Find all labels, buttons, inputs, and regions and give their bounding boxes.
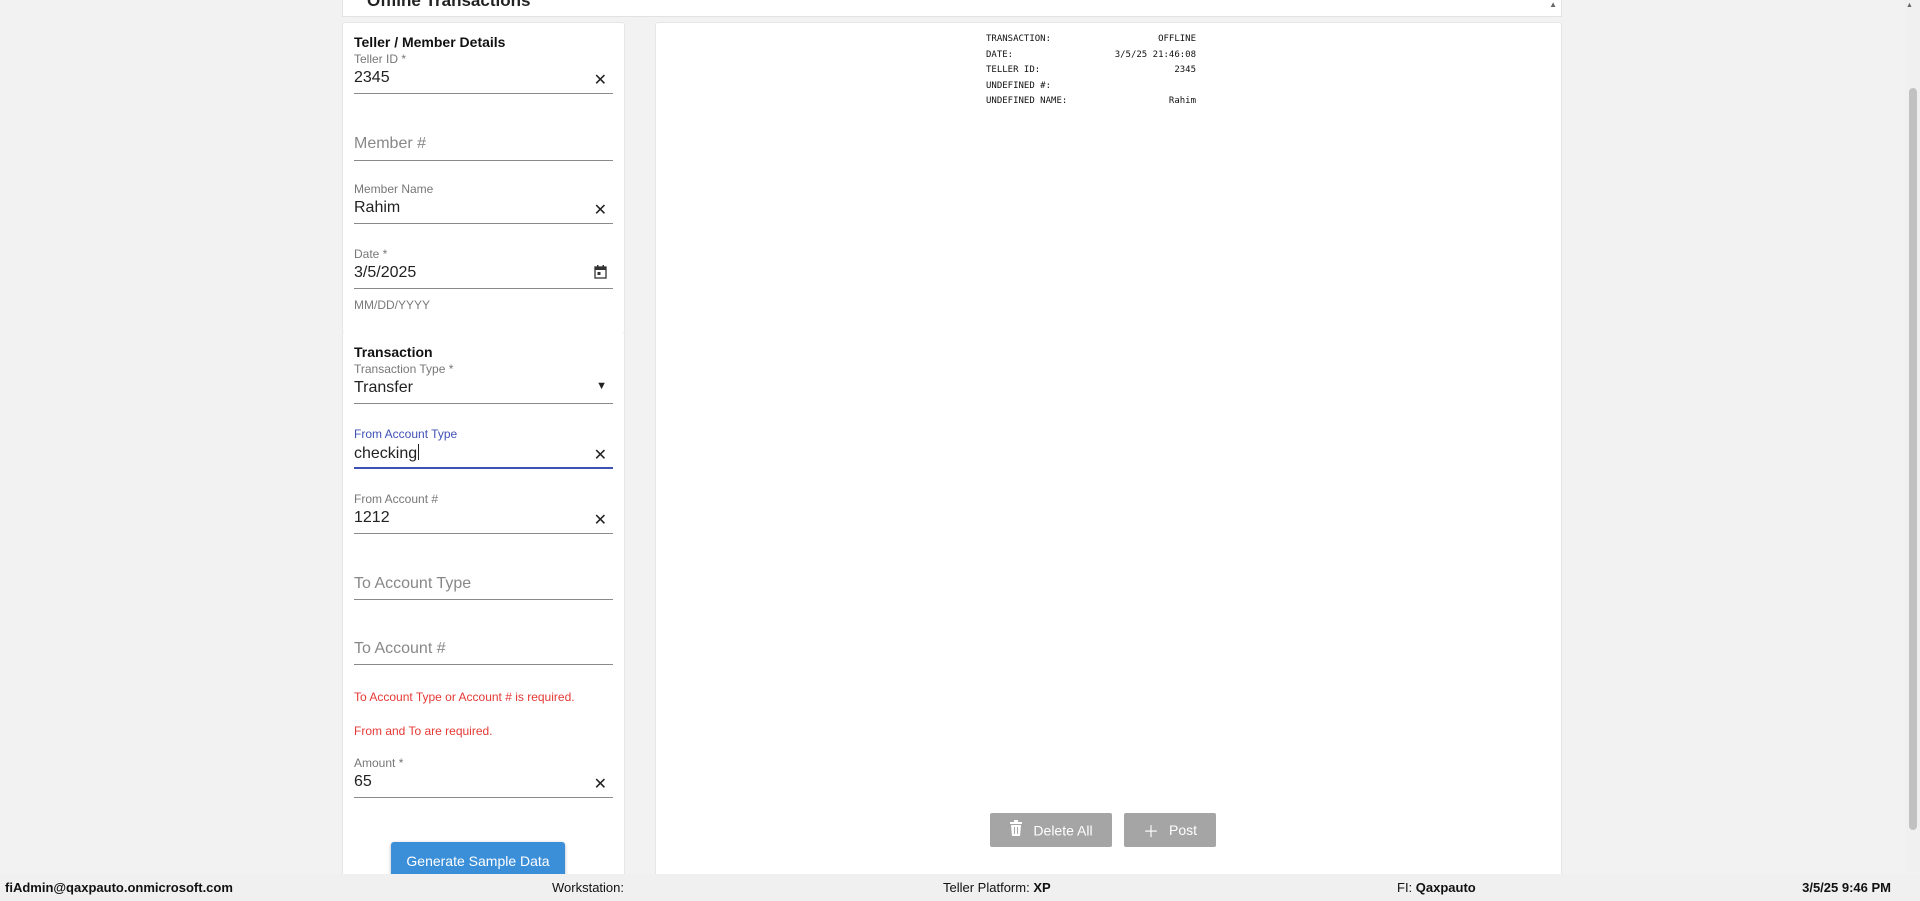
receipt-value: 3/5/25 21:46:08 [1114,49,1196,60]
transaction-type-field[interactable]: Transaction Type * Transfer ▼ [354,362,613,412]
close-icon[interactable]: ✕ [594,445,607,465]
post-label: Post [1169,822,1198,838]
amount-input[interactable]: 65 [354,773,372,791]
page-header: Offline Transactions ▲ [342,0,1562,17]
transaction-card: Transaction Transaction Type * Transfer … [342,332,625,883]
receipt: TRANSACTION: OFFLINE DATE: 3/5/25 21:46:08… [986,34,1196,112]
page-title: Offline Transactions [367,0,531,10]
receipt-label: DATE: [986,49,1014,60]
teller-id-field[interactable]: Teller ID * 2345 ✕ [354,52,613,102]
from-account-type-input[interactable]: checking [354,444,420,463]
delete-all-label: Delete All [1033,822,1093,838]
fi-label: FI: [1397,880,1413,895]
text-cursor [418,444,420,460]
status-fi: FI: Qaxpauto [1397,880,1476,895]
receipt-label: TELLER ID: [986,65,1041,76]
trash-icon [1009,819,1023,841]
member-name-underline [354,223,613,224]
status-workstation: Workstation: [552,880,624,895]
collapse-arrow-icon[interactable]: ▲ [1549,0,1557,9]
receipt-preview-panel: TRANSACTION: OFFLINE DATE: 3/5/25 21:46:08… [655,22,1562,884]
member-number-input[interactable]: Member # [354,135,426,153]
close-icon[interactable]: ✕ [594,70,607,90]
receipt-row: UNDEFINED NAME: Rahim [986,96,1196,112]
transaction-title: Transaction [354,344,433,360]
date-format-hint: MM/DD/YYYY [354,298,431,312]
error-message: To Account Type or Account # is required… [354,690,575,704]
date-input[interactable]: 3/5/2025 [354,264,416,282]
close-icon[interactable]: ✕ [594,200,607,220]
from-account-type-label: From Account Type [354,427,458,441]
receipt-row: UNDEFINED #: [986,81,1196,97]
close-icon[interactable]: ✕ [594,774,607,794]
workstation-label: Workstation: [552,880,625,895]
to-account-type-field[interactable]: To Account Type [354,557,613,607]
from-account-number-input[interactable]: 1212 [354,509,390,527]
date-field[interactable]: Date * 3/5/2025 [354,247,613,297]
from-account-number-underline [354,533,613,534]
delete-all-button[interactable]: Delete All [990,813,1112,847]
post-button[interactable]: ＋ Post [1124,813,1216,847]
receipt-label: UNDEFINED NAME: [986,96,1068,107]
to-account-number-field[interactable]: To Account # [354,622,613,672]
amount-label: Amount * [354,756,404,770]
transaction-type-underline [354,403,613,404]
scroll-up-arrow-icon[interactable]: ▲ [1906,2,1913,9]
from-account-number-field[interactable]: From Account # 1212 ✕ [354,492,613,542]
teller-id-underline [354,93,613,94]
receipt-value: OFFLINE [1158,34,1196,44]
receipt-row: TELLER ID: 2345 [986,65,1196,81]
date-underline [354,288,613,289]
status-datetime: 3/5/25 9:46 PM [1802,880,1891,895]
error-message: From and To are required. [354,724,493,738]
to-account-number-underline [354,664,613,665]
member-number-field[interactable]: Member # [354,117,613,167]
receipt-label: UNDEFINED #: [986,80,1052,91]
to-account-type-underline [354,599,613,600]
receipt-label: TRANSACTION: [986,34,1052,44]
status-platform: Teller Platform: XP [943,880,1051,895]
from-account-number-label: From Account # [354,492,439,506]
status-user: fiAdmin@qaxpauto.onmicrosoft.com [5,880,233,895]
receipt-row: TRANSACTION: OFFLINE [986,34,1196,50]
status-bar: fiAdmin@qaxpauto.onmicrosoft.com Worksta… [0,874,1920,901]
amount-field[interactable]: Amount * 65 ✕ [354,756,613,806]
member-details-card: Teller / Member Details Teller ID * 2345… [342,22,625,334]
close-icon[interactable]: ✕ [594,510,607,530]
teller-id-label: Teller ID * [354,52,407,66]
amount-underline [354,797,613,798]
receipt-row: DATE: 3/5/25 21:46:08 [986,50,1196,66]
dropdown-arrow-icon[interactable]: ▼ [596,380,607,392]
from-account-type-field[interactable]: From Account Type checking ✕ [354,427,613,477]
transaction-type-label: Transaction Type * [354,362,454,376]
member-number-underline [354,160,613,161]
receipt-value: 2345 [1174,65,1196,76]
date-label: Date * [354,247,388,261]
transaction-type-select[interactable]: Transfer [354,379,413,397]
calendar-icon[interactable] [594,265,607,284]
to-account-type-input[interactable]: To Account Type [354,575,471,593]
member-name-label: Member Name [354,182,434,196]
member-details-title: Teller / Member Details [354,34,506,50]
platform-value: XP [1033,880,1051,895]
teller-id-input[interactable]: 2345 [354,69,390,87]
plus-icon: ＋ [1142,824,1159,841]
member-name-field[interactable]: Member Name Rahim ✕ [354,182,613,232]
from-account-type-value: checking [354,445,418,462]
from-account-type-underline [354,467,613,469]
fi-value: Qaxpauto [1415,880,1476,895]
member-name-input[interactable]: Rahim [354,199,400,217]
receipt-value: Rahim [1168,96,1196,107]
scrollbar-thumb[interactable] [1909,88,1917,830]
platform-label: Teller Platform: [943,880,1030,895]
to-account-number-input[interactable]: To Account # [354,640,446,658]
